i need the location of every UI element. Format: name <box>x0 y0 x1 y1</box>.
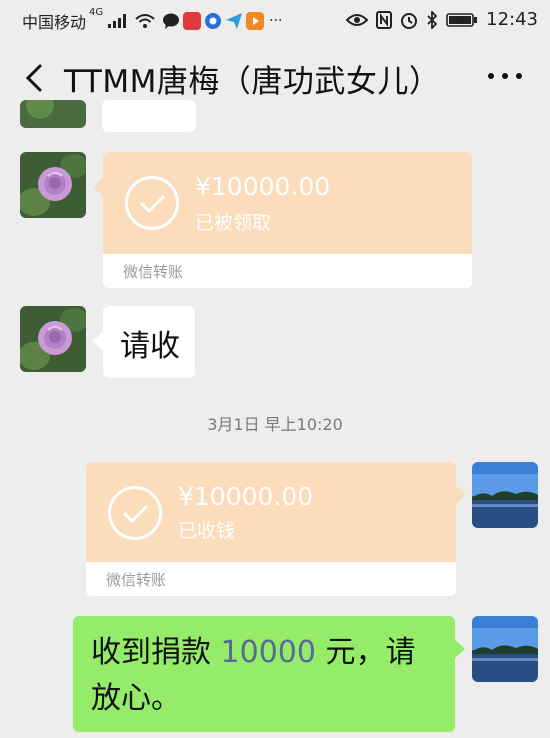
status-left: 中国移动 4G ··· <box>22 7 283 33</box>
message-app-icon <box>163 13 180 29</box>
transfer-footer-label: 微信转账 <box>106 571 167 589</box>
transfer-amount: ¥10000.00 <box>178 482 314 511</box>
nfc-icon <box>376 10 393 29</box>
send-app-icon <box>226 13 243 29</box>
transfer-footer-label: 微信转账 <box>123 263 184 281</box>
browser-app-icon <box>205 13 222 29</box>
signal-icon <box>108 14 127 28</box>
my-avatar[interactable] <box>472 616 538 682</box>
bubble-tail <box>93 332 103 350</box>
eye-icon <box>346 13 369 26</box>
battery-icon <box>446 12 478 27</box>
alarm-icon <box>401 12 418 29</box>
text-message-received[interactable]: 请收 <box>103 306 195 378</box>
my-avatar[interactable] <box>472 462 538 528</box>
video-app-icon <box>246 12 265 30</box>
chat-title: TTMM唐梅（唐功武女儿） <box>64 64 441 100</box>
transfer-card-footer: 微信转账 <box>86 562 456 596</box>
bubble-tail <box>93 178 103 196</box>
bubble-tail <box>455 640 465 658</box>
transfer-card-footer: 微信转账 <box>103 254 472 288</box>
partial-message-bubble <box>102 100 196 132</box>
wifi-icon <box>135 14 155 28</box>
timestamp: 3月1日 早上10:20 <box>207 415 343 434</box>
carrier-label: 中国移动 <box>22 13 87 32</box>
contact-avatar[interactable] <box>20 152 86 218</box>
reply-prefix: 收到捐款 <box>91 635 221 670</box>
more-notifications-icon: ··· <box>269 13 283 29</box>
back-arrow-icon[interactable] <box>18 58 54 98</box>
transfer-amount: ¥10000.00 <box>195 172 331 201</box>
reply-amount-number[interactable]: 10000 <box>221 635 316 670</box>
more-options-icon[interactable] <box>488 64 528 88</box>
red-app-icon <box>183 12 202 30</box>
text-message-sent[interactable]: 收到捐款 10000 元，请放心。 <box>73 616 455 732</box>
transfer-card-body: ¥10000.00 已收钱 <box>86 462 456 562</box>
checkmark-circle-icon <box>108 486 162 540</box>
contact-avatar[interactable] <box>20 306 86 372</box>
contact-avatar-partial[interactable] <box>20 100 86 128</box>
message-text: 请收 <box>120 329 180 364</box>
bluetooth-icon <box>427 10 438 29</box>
checkmark-circle-icon <box>125 176 179 230</box>
status-bar: 中国移动 4G ··· 12:43 <box>0 0 550 40</box>
transfer-card-sent[interactable]: ¥10000.00 已收钱 微信转账 <box>86 462 456 596</box>
clock-time: 12:43 <box>486 9 538 30</box>
bubble-tail <box>456 486 466 504</box>
transfer-status: 已收钱 <box>178 520 236 542</box>
network-type: 4G <box>89 7 104 18</box>
transfer-card-body: ¥10000.00 已被领取 <box>103 152 472 254</box>
status-right: 12:43 <box>346 9 538 30</box>
transfer-card-received[interactable]: ¥10000.00 已被领取 微信转账 <box>103 152 472 288</box>
transfer-status: 已被领取 <box>195 212 272 234</box>
